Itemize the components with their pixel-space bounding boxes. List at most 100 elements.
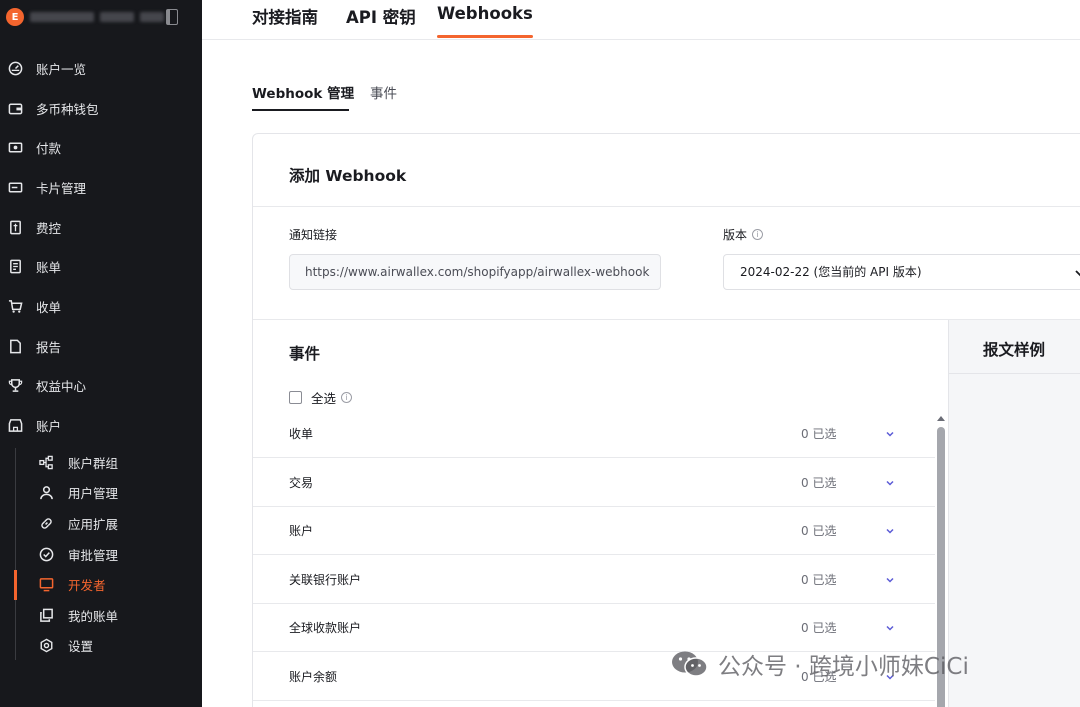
sidebar-item-rewards[interactable]: 权益中心: [0, 370, 202, 400]
dashboard-icon: [7, 60, 23, 76]
sidebar-item-expense[interactable]: 费控: [0, 212, 202, 242]
event-selected-count: 0 已选: [801, 621, 837, 635]
notification-url-input[interactable]: https://www.airwallex.com/shopifyapp/air…: [289, 254, 661, 290]
top-tab-bar: 对接指南 API 密钥 Webhooks: [202, 0, 1080, 40]
version-select[interactable]: 2024-02-22 (您当前的 API 版本): [723, 254, 1080, 290]
event-name: 账户余额: [289, 670, 338, 684]
sidebar-item-overview[interactable]: 账户一览: [0, 53, 202, 83]
event-selected-count: 0 已选: [801, 524, 837, 538]
sidebar-item-label: 权益中心: [36, 378, 87, 394]
event-name: 收单: [289, 427, 314, 441]
main-content: 对接指南 API 密钥 Webhooks Webhook 管理 事件 添加 We…: [202, 0, 1080, 707]
sidebar-item-acquiring[interactable]: 收单: [0, 291, 202, 321]
brand-logo[interactable]: E: [6, 8, 24, 26]
wallet-icon: [7, 100, 23, 116]
checkbox[interactable]: [289, 391, 302, 404]
version-label: 版本 i: [723, 226, 764, 243]
chevron-down-icon[interactable]: [885, 623, 895, 633]
card-title: 添加 Webhook: [289, 167, 407, 185]
cart-icon: [7, 298, 23, 314]
sidebar-item-wallet[interactable]: 多币种钱包: [0, 93, 202, 123]
sidebar-item-label: 卡片管理: [36, 180, 87, 196]
account-icon: [7, 417, 23, 433]
subtab-underline: [252, 109, 349, 111]
sidebar-item-label: 付款: [36, 140, 62, 156]
collapse-sidebar-icon[interactable]: [166, 9, 178, 25]
sidebar-subitem-label: 开发者: [68, 577, 106, 593]
active-indicator: [14, 570, 17, 600]
sidebar-item-label: 费控: [36, 220, 62, 236]
sidebar-subitem-label: 应用扩展: [68, 516, 119, 532]
submenu-guide-line: [15, 448, 16, 660]
sidebar-item-label: 账单: [36, 259, 62, 275]
sidebar-subitem-label: 用户管理: [68, 485, 119, 501]
sidebar-subitem-account-groups[interactable]: 账户群组: [38, 448, 118, 476]
scroll-up-arrow-icon[interactable]: [937, 416, 945, 421]
sidebar-item-bills[interactable]: 账单: [0, 251, 202, 281]
event-selected-count: 0 已选: [801, 573, 837, 587]
subtab-events[interactable]: 事件: [370, 82, 397, 102]
watermark: 公众号 · 跨境小师妹CiCi: [670, 646, 969, 682]
sidebar-subitem-developer[interactable]: 开发者: [38, 570, 106, 598]
select-all-label: 全选: [311, 391, 337, 406]
trophy-icon: [7, 377, 23, 393]
bill-icon: [7, 258, 23, 274]
sidebar-subitem-label: 账户群组: [68, 455, 119, 471]
sidebar-subitem-settings[interactable]: 设置: [38, 631, 93, 659]
payment-icon: [7, 139, 23, 155]
blurred-account-name-2: [100, 12, 134, 22]
sidebar-item-payment[interactable]: 付款: [0, 132, 202, 162]
sidebar-item-label: 收单: [36, 299, 62, 315]
event-row-account[interactable]: 账户 0 已选: [253, 507, 935, 555]
copy-icon: [38, 607, 54, 623]
sidebar-subitem-approvals[interactable]: 审批管理: [38, 540, 118, 568]
sidebar-subitem-my-bills[interactable]: 我的账单: [38, 601, 118, 629]
card-icon: [7, 179, 23, 195]
gear-icon: [38, 637, 54, 653]
subtab-webhook-management[interactable]: Webhook 管理: [252, 82, 354, 102]
sidebar-item-label: 报告: [36, 339, 62, 355]
sidebar-item-reports[interactable]: 报告: [0, 331, 202, 361]
info-icon[interactable]: i: [341, 392, 353, 403]
sidebar-subitem-users[interactable]: 用户管理: [38, 478, 118, 506]
info-icon[interactable]: i: [752, 229, 764, 240]
sidebar-item-label: 多币种钱包: [36, 101, 99, 117]
group-icon: [38, 454, 54, 470]
link-icon: [38, 515, 54, 531]
sidebar-subitem-apps[interactable]: 应用扩展: [38, 509, 118, 537]
chevron-down-icon: [1075, 270, 1080, 277]
sidebar-subitem-label: 审批管理: [68, 547, 119, 563]
tab-api-keys[interactable]: API 密钥: [346, 4, 416, 28]
sidebar-item-cards[interactable]: 卡片管理: [0, 172, 202, 202]
event-row-transactions[interactable]: 交易 0 已选: [253, 459, 935, 507]
event-row-linked-bank[interactable]: 关联银行账户 0 已选: [253, 556, 935, 604]
chevron-down-icon[interactable]: [885, 526, 895, 536]
chevron-down-icon[interactable]: [885, 575, 895, 585]
event-selected-count: 0 已选: [801, 427, 837, 441]
divider: [253, 206, 1080, 207]
expense-icon: [7, 219, 23, 235]
url-label: 通知链接: [289, 228, 338, 242]
tab-integration-guide[interactable]: 对接指南: [252, 4, 318, 28]
select-all-checkbox[interactable]: 全选 i: [289, 388, 353, 407]
version-value: 2024-02-22 (您当前的 API 版本): [740, 265, 922, 279]
blurred-account-name-3: [140, 12, 164, 22]
sidebar-subitem-label: 设置: [68, 638, 94, 654]
sidebar-item-label: 账户: [36, 418, 62, 434]
sidebar-item-label: 账户一览: [36, 61, 87, 77]
event-row-global-accounts[interactable]: 全球收款账户 0 已选: [253, 604, 935, 652]
divider: [949, 373, 1080, 374]
event-name: 账户: [289, 524, 314, 538]
sidebar-item-account[interactable]: 账户: [0, 410, 202, 440]
chevron-down-icon[interactable]: [885, 478, 895, 488]
check-circle-icon: [38, 546, 54, 562]
user-icon: [38, 484, 54, 500]
events-title: 事件: [289, 345, 321, 363]
sidebar-subitem-label: 我的账单: [68, 608, 119, 624]
tab-webhooks[interactable]: Webhooks: [437, 4, 533, 38]
blurred-account-name: [30, 12, 94, 22]
sample-title: 报文样例: [983, 341, 1046, 359]
wechat-icon: [672, 651, 708, 677]
event-row-acquiring[interactable]: 收单 0 已选: [253, 410, 935, 458]
chevron-down-icon[interactable]: [885, 429, 895, 439]
